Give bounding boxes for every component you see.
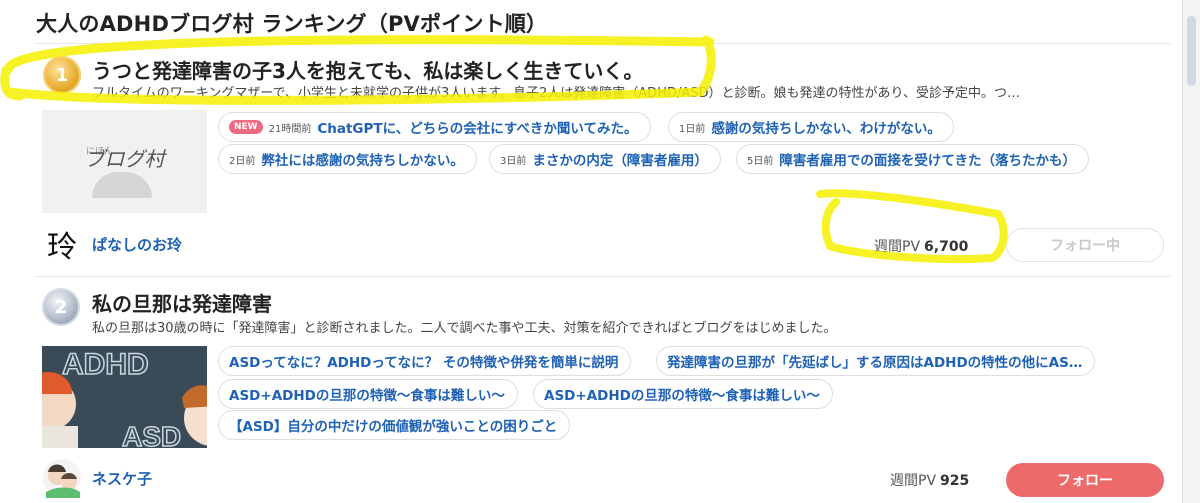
author-row[interactable]: ネスケ子 (42, 458, 152, 498)
post-time: 21時間前 (268, 123, 312, 135)
weekly-pv: 週間PV 6,700 (874, 236, 968, 256)
post-chip[interactable]: 【ASD】自分の中だけの価値観が強いことの困りごと (218, 410, 571, 440)
pv-highlight-marker (816, 189, 1008, 264)
post-chip[interactable]: 5日前 障害者雇用での面接を受けてきた（落ちたかも） (736, 144, 1089, 174)
post-time: 1日前 (679, 123, 706, 135)
post-chip[interactable]: ASD+ADHDの旦那の特徴～食事は難しい～ (533, 379, 833, 409)
gold-medal-icon: 1 (43, 56, 81, 94)
blog-thumbnail[interactable]: ADHD ASD (42, 346, 207, 448)
scrollbar-thumb[interactable] (1187, 16, 1196, 86)
post-title: ChatGPTに、どちらの会社にすべきか聞いてみた。 (317, 121, 638, 137)
post-title: 感謝の気持ちしかない、わけがない。 (711, 121, 941, 137)
follow-button[interactable]: フォロー (1006, 463, 1164, 497)
author-avatar-glyph: 玲 (47, 230, 77, 265)
divider (36, 276, 1170, 277)
thumbnail-text-asd: ASD (122, 421, 181, 448)
author-avatar-icon[interactable]: 玲 (42, 224, 82, 265)
author-avatar-icon[interactable] (42, 458, 82, 498)
post-chip[interactable]: 発達障害の旦那が「先延ばし」する原因はADHDの特性の他にAS… (656, 346, 1096, 376)
weekly-pv: 週間PV 925 (890, 470, 969, 490)
post-title: 障害者雇用での面接を受けてきた（落ちたかも） (779, 153, 1076, 169)
blog-description: 私の旦那は30歳の時に「発達障害」と診断されました。二人で調べた事や工夫、対策を… (92, 321, 837, 336)
silver-medal-icon: 2 (42, 288, 80, 326)
post-time: 3日前 (500, 155, 527, 167)
blog-thumbnail[interactable]: にほん ブログ村 (42, 110, 207, 213)
pv-value: 6,700 (924, 239, 969, 255)
post-title: 弊社には感謝の気持ちしかない。 (261, 153, 464, 169)
pv-value: 925 (940, 473, 970, 489)
pv-label: 週間PV (874, 239, 921, 255)
post-chip[interactable]: NEW 21時間前 ChatGPTに、どちらの会社にすべきか聞いてみた。 (218, 112, 651, 142)
rank-number: 2 (54, 296, 68, 318)
blog-description: フルタイムのワーキングマザーで、小学生と未就学の子供が3人います。息子2人は発達… (92, 86, 1020, 101)
pv-label: 週間PV (890, 473, 937, 489)
new-badge: NEW (229, 120, 263, 134)
blog-title-link[interactable]: 私の旦那は発達障害 (92, 288, 272, 317)
post-time: 5日前 (747, 155, 774, 167)
post-time: 2日前 (229, 155, 256, 167)
thumbnail-illustration: ADHD ASD (42, 346, 207, 448)
blog-title-link[interactable]: うつと発達障害の子3人を抱えても、私は楽しく生きていく。 (92, 55, 643, 84)
vertical-scrollbar[interactable] (1182, 0, 1200, 503)
rank-number: 1 (55, 64, 69, 86)
thumbnail-text-adhd: ADHD (62, 348, 149, 381)
following-button[interactable]: フォロー中 (1006, 228, 1164, 262)
post-chip[interactable]: 1日前 感謝の気持ちしかない、わけがない。 (668, 112, 954, 142)
thumbnail-arc (92, 172, 152, 198)
post-chip[interactable]: ASDってなに？ADHDってなに？ その特徴や併発を簡単に説明 (218, 346, 632, 376)
post-title: ASD+ADHDの旦那の特徴～食事は難しい～ (229, 388, 505, 404)
post-title: ASDってなに？ADHDってなに？ その特徴や併発を簡単に説明 (229, 355, 619, 371)
post-title: 【ASD】自分の中だけの価値観が強いことの困りごと (229, 419, 558, 435)
post-title: ASD+ADHDの旦那の特徴～食事は難しい～ (544, 388, 820, 404)
avatar-illustration (43, 459, 81, 498)
post-title: 発達障害の旦那が「先延ばし」する原因はADHDの特性の他にAS… (667, 355, 1083, 371)
post-title: まさかの内定（障害者雇用） (532, 153, 708, 169)
author-name-link[interactable]: ネスケ子 (92, 468, 152, 489)
page-title: 大人のADHDブログ村 ランキング（PVポイント順） (36, 12, 548, 36)
post-chip[interactable]: ASD+ADHDの旦那の特徴～食事は難しい～ (218, 379, 518, 409)
post-chip[interactable]: 2日前 弊社には感謝の気持ちしかない。 (218, 144, 477, 174)
post-chip[interactable]: 3日前 まさかの内定（障害者雇用） (489, 144, 721, 174)
blogmura-logo: ブログ村 (84, 147, 165, 171)
divider (36, 43, 1170, 44)
author-name-link[interactable]: ぱなしのお玲 (92, 234, 182, 255)
author-row[interactable]: 玲 ぱなしのお玲 (42, 224, 182, 265)
